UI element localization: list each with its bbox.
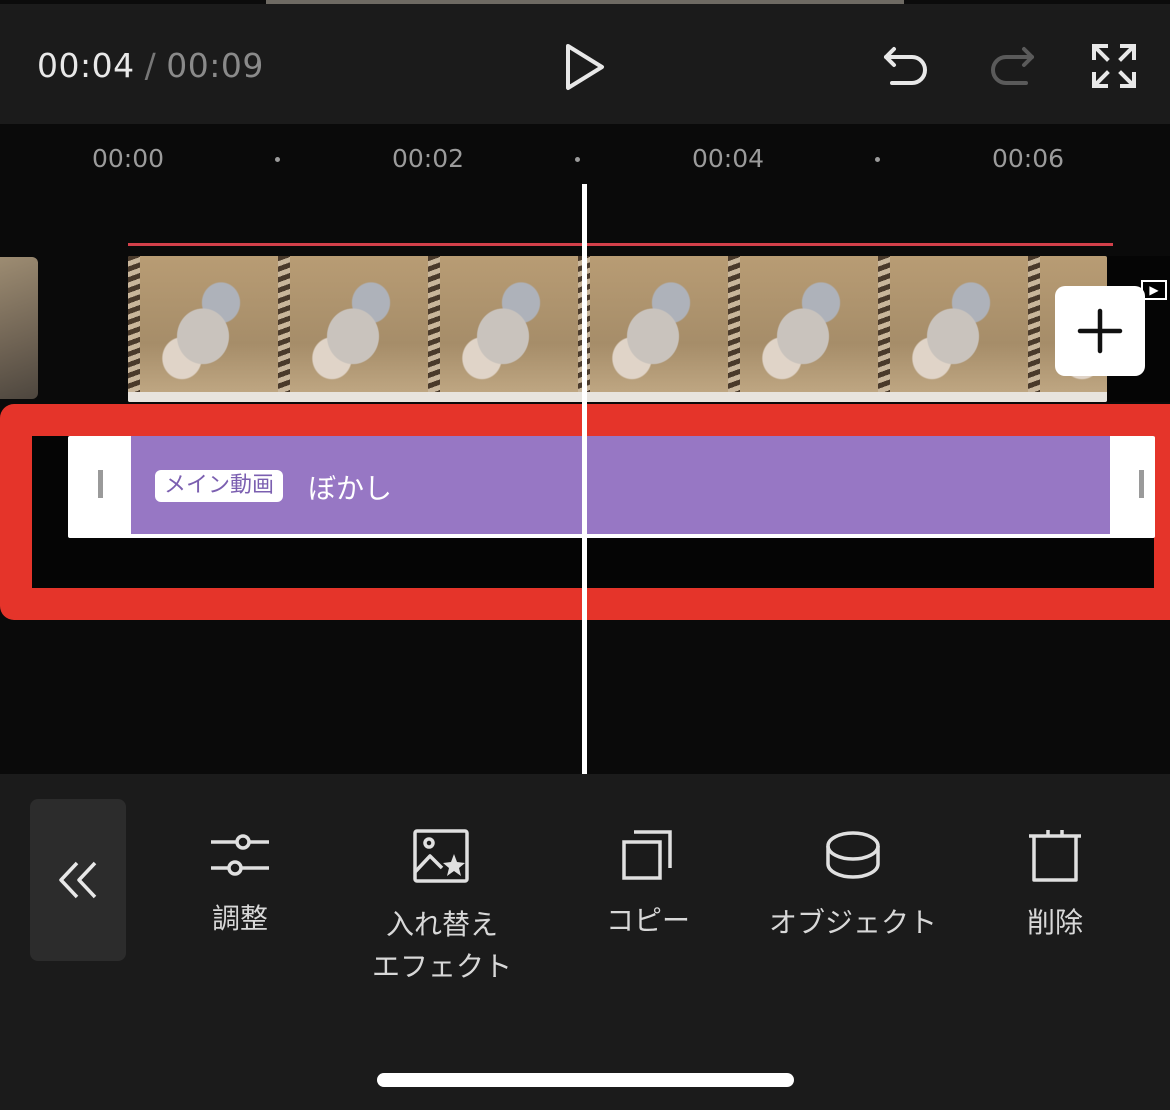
ruler-label: 00:00 (92, 144, 165, 173)
plus-icon (1077, 308, 1123, 354)
audio-indicator-line (128, 243, 1113, 246)
effect-name: ぼかし (308, 472, 393, 505)
main-video-clip[interactable] (128, 256, 1107, 402)
delete-tool[interactable]: 削除 (1010, 828, 1100, 944)
home-indicator[interactable] (377, 1073, 794, 1087)
effect-target-badge: メイン動画 (155, 470, 284, 502)
video-editor: 00:04/00:09 00:00 00:02 00:04 00:06 ▶ メイ… (0, 0, 1170, 1110)
time-display: 00:04/00:09 (37, 46, 264, 85)
tool-label: 調整 (211, 902, 268, 935)
video-frame-thumbnail (578, 256, 728, 402)
ruler-dot (275, 157, 280, 162)
ruler-dot (875, 157, 880, 162)
object-icon (826, 831, 880, 879)
ruler-label: 00:06 (992, 144, 1065, 173)
fullscreen-icon (1092, 44, 1136, 88)
undo-icon (884, 47, 927, 85)
total-time: 00:09 (166, 46, 264, 85)
replace-effect-tool[interactable]: 入れ替え エフェクト (362, 828, 522, 988)
play-icon (566, 44, 604, 90)
time-separator: / (144, 46, 157, 85)
double-chevron-left-icon (59, 861, 97, 899)
bottom-toolbar: 調整 入れ替え エフェクト コピー オブジェクト 削除 (0, 774, 1170, 1110)
tool-label: コピー (605, 904, 690, 937)
adjust-tool[interactable]: 調整 (195, 828, 285, 940)
video-frame-thumbnail (128, 256, 278, 402)
ruler-label: 00:04 (692, 144, 765, 173)
object-tool[interactable]: オブジェクト (758, 828, 948, 944)
playhead[interactable] (582, 184, 587, 774)
trash-icon (1029, 830, 1081, 882)
tool-label: 入れ替え エフェクト (371, 908, 512, 983)
ruler-dot (575, 157, 580, 162)
tool-label: オブジェクト (768, 906, 937, 939)
back-button[interactable] (30, 799, 126, 961)
play-button[interactable] (552, 38, 618, 96)
copy-tool[interactable]: コピー (598, 828, 698, 942)
sliders-icon (211, 834, 269, 876)
redo-button[interactable] (982, 40, 1042, 92)
top-bar: 00:04/00:09 (0, 4, 1170, 124)
effect-clip[interactable]: メイン動画 ぼかし (68, 436, 1155, 538)
video-frame-thumbnail (728, 256, 878, 402)
add-clip-button[interactable] (1055, 286, 1145, 376)
timeline[interactable]: 00:00 00:02 00:04 00:06 ▶ メイン動画 ぼかし (0, 124, 1170, 774)
fullscreen-button[interactable] (1084, 36, 1144, 96)
tool-label: 削除 (1026, 906, 1083, 939)
undo-button[interactable] (876, 40, 936, 92)
redo-icon (991, 47, 1034, 85)
video-frame-thumbnail (428, 256, 578, 402)
left-trim-handle[interactable] (98, 470, 103, 498)
right-trim-handle[interactable] (1139, 470, 1144, 498)
previous-clip[interactable] (0, 257, 38, 399)
video-frame-thumbnail (278, 256, 428, 402)
video-frame-thumbnail (878, 256, 1028, 402)
ruler-label: 00:02 (392, 144, 465, 173)
image-replace-icon (413, 829, 469, 883)
copy-icon (622, 830, 672, 880)
current-time: 00:04 (37, 46, 135, 85)
